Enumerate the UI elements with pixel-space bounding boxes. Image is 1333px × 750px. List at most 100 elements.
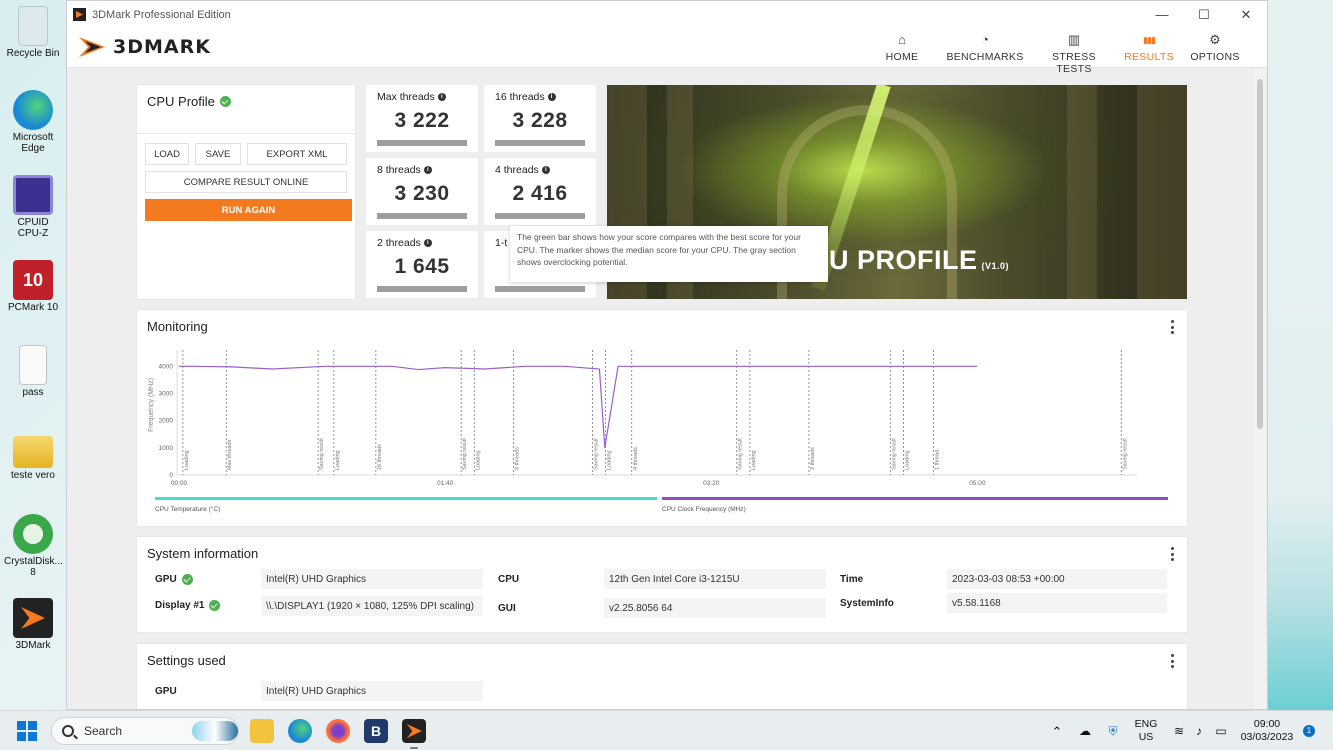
- score-bar: [495, 140, 585, 146]
- desktop-icon-pcmark[interactable]: 10 PCMark 10: [4, 260, 62, 313]
- score-value: 3 228: [512, 109, 568, 132]
- desktop-icon-cpu-z[interactable]: CPUID CPU-Z: [4, 175, 62, 239]
- event-marker-label: Max threads: [227, 439, 233, 470]
- 3dmark-icon: [13, 598, 53, 638]
- desktop-icon-edge[interactable]: Microsoft Edge: [4, 90, 62, 154]
- gpu-key-row: GPU: [155, 574, 193, 585]
- 3dmark-logo: 3DMARK: [79, 33, 211, 61]
- event-marker-label: Saving result: [462, 438, 468, 470]
- nav-benchmarks[interactable]: ◔ BENCHMARKS: [943, 28, 1027, 75]
- event-marker-label: Loading: [751, 450, 757, 470]
- monitoring-card: Monitoring Frequency (MHz) 4000 3000 2000 1…: [137, 310, 1187, 526]
- score-tile[interactable]: 2 threads i 1 645: [366, 231, 478, 298]
- more-options-icon[interactable]: [1171, 547, 1175, 561]
- legend-temperature-bar: [155, 497, 657, 500]
- check-icon: [219, 96, 231, 107]
- event-marker-label: Saving result: [1122, 438, 1128, 470]
- chevron-up-icon[interactable]: ⌃: [1048, 711, 1066, 750]
- score-tooltip: The green bar shows how your score compa…: [510, 226, 828, 282]
- desktop-icon-recycle-bin[interactable]: Recycle Bin: [4, 6, 62, 59]
- recycle-bin-icon: [18, 6, 48, 46]
- maximize-button[interactable]: ☐: [1183, 1, 1225, 28]
- score-tile[interactable]: Max threads i 3 222: [366, 85, 478, 152]
- info-icon[interactable]: i: [437, 93, 446, 101]
- event-marker-label: 16 threads: [377, 444, 383, 470]
- score-value: 1 645: [394, 255, 450, 278]
- event-marker-label: Loading: [335, 450, 341, 470]
- gui-key: GUI: [498, 603, 516, 614]
- close-button[interactable]: ✕: [1225, 1, 1267, 28]
- section-title: Settings used: [147, 653, 226, 668]
- clock[interactable]: 09:00 03/03/2023: [1238, 711, 1296, 750]
- desktop-icon-label: PCMark 10: [7, 302, 58, 313]
- score-label: 16 threads: [495, 91, 545, 103]
- bitwarden-icon[interactable]: B: [364, 719, 388, 743]
- load-button[interactable]: LOAD: [145, 143, 189, 165]
- app-header: 3DMARK ⌂ HOME ◔ BENCHMARKS ▥ STRESS TEST…: [67, 28, 1267, 75]
- 3dmark-logo-icon: [79, 33, 109, 61]
- file-explorer-icon[interactable]: [250, 719, 274, 743]
- desktop-icon-3dmark[interactable]: 3DMark: [4, 598, 62, 651]
- gear-icon: ⚙: [1209, 32, 1221, 47]
- legend-temperature-label: CPU Temperature (°C): [155, 505, 220, 513]
- score-tile[interactable]: 16 threads i 3 228: [484, 85, 596, 152]
- search-label: Search: [84, 724, 123, 738]
- nav-results[interactable]: ▮▮▮ RESULTS: [1121, 28, 1177, 75]
- clock-time: 09:00: [1253, 718, 1281, 730]
- speedometer-icon: ◔: [981, 32, 989, 47]
- systeminfo-key: SystemInfo: [840, 598, 894, 609]
- wifi-icon[interactable]: ≋: [1170, 711, 1188, 750]
- hero-title-text: U PROFILE: [829, 245, 978, 275]
- hero-version: (V1.0): [981, 261, 1010, 271]
- desktop-icon-teste-vero[interactable]: teste vero: [4, 430, 62, 481]
- clock-date: 03/03/2023: [1240, 731, 1294, 743]
- nav-label: OPTIONS: [1190, 51, 1240, 63]
- scrollbar[interactable]: [1254, 69, 1266, 709]
- desktop-icon-crystaldisk[interactable]: CrystalDisk... 8: [4, 514, 63, 578]
- event-marker-label: Loading: [607, 450, 613, 470]
- info-icon[interactable]: i: [541, 166, 550, 174]
- nav-stress-tests[interactable]: ▥ STRESS TESTS: [1033, 28, 1115, 75]
- run-again-button[interactable]: RUN AGAIN: [145, 199, 352, 221]
- edge-icon[interactable]: [288, 719, 312, 743]
- info-icon[interactable]: i: [547, 93, 556, 101]
- event-marker-label: Loading: [475, 450, 481, 470]
- volume-icon[interactable]: ♪: [1190, 711, 1208, 750]
- text-file-icon: [19, 345, 47, 385]
- notification-badge[interactable]: 1: [1303, 725, 1315, 737]
- nav-options[interactable]: ⚙ OPTIONS: [1183, 28, 1247, 75]
- time-value: 2023-03-03 08:53 +00:00: [947, 569, 1167, 589]
- scrollbar-thumb[interactable]: [1257, 79, 1263, 429]
- bar-chart-icon: ▥: [1067, 32, 1081, 47]
- cpu-value: 12th Gen Intel Core i3-1215U: [604, 569, 826, 589]
- 3dmark-taskbar-icon[interactable]: [402, 719, 426, 743]
- firefox-icon[interactable]: [326, 719, 350, 743]
- score-label: 2 threads: [377, 237, 421, 249]
- desktop-icon-label: Recycle Bin: [6, 48, 60, 59]
- score-label: 4 threads: [495, 164, 539, 176]
- windows-start-icon[interactable]: [17, 721, 37, 741]
- score-tile[interactable]: 4 threads i 2 416: [484, 158, 596, 225]
- more-options-icon[interactable]: [1171, 654, 1175, 668]
- export-xml-button[interactable]: EXPORT XML: [247, 143, 347, 165]
- event-marker-label: Saving result: [593, 438, 599, 470]
- score-tile[interactable]: 8 threads i 3 230: [366, 158, 478, 225]
- event-marker-label: Saving result: [738, 438, 744, 470]
- taskbar: Search B ⌃ ☁ ⛨ ENG US ≋ ♪ ▭ 09:00 03/03/…: [0, 710, 1333, 750]
- logo-text: 3DMARK: [113, 36, 211, 58]
- nav-home[interactable]: ⌂ HOME: [867, 28, 937, 75]
- desktop-icon-pass[interactable]: pass: [4, 345, 62, 398]
- minimize-button[interactable]: —: [1141, 1, 1183, 28]
- battery-icon[interactable]: ▭: [1212, 711, 1230, 750]
- info-icon[interactable]: i: [423, 166, 432, 174]
- 3dmark-app-icon: [73, 8, 86, 21]
- security-shield-icon[interactable]: ⛨: [1104, 711, 1122, 750]
- info-icon[interactable]: i: [423, 239, 432, 247]
- title-bar[interactable]: 3DMark Professional Edition — ☐ ✕: [67, 1, 1267, 28]
- results-icon: ▮▮▮: [1143, 35, 1156, 45]
- save-button[interactable]: SAVE: [195, 143, 241, 165]
- language-indicator[interactable]: ENG US: [1130, 711, 1162, 750]
- x-tick-label: 05:00: [969, 480, 986, 487]
- compare-online-button[interactable]: COMPARE RESULT ONLINE: [145, 171, 347, 193]
- onedrive-icon[interactable]: ☁: [1076, 711, 1094, 750]
